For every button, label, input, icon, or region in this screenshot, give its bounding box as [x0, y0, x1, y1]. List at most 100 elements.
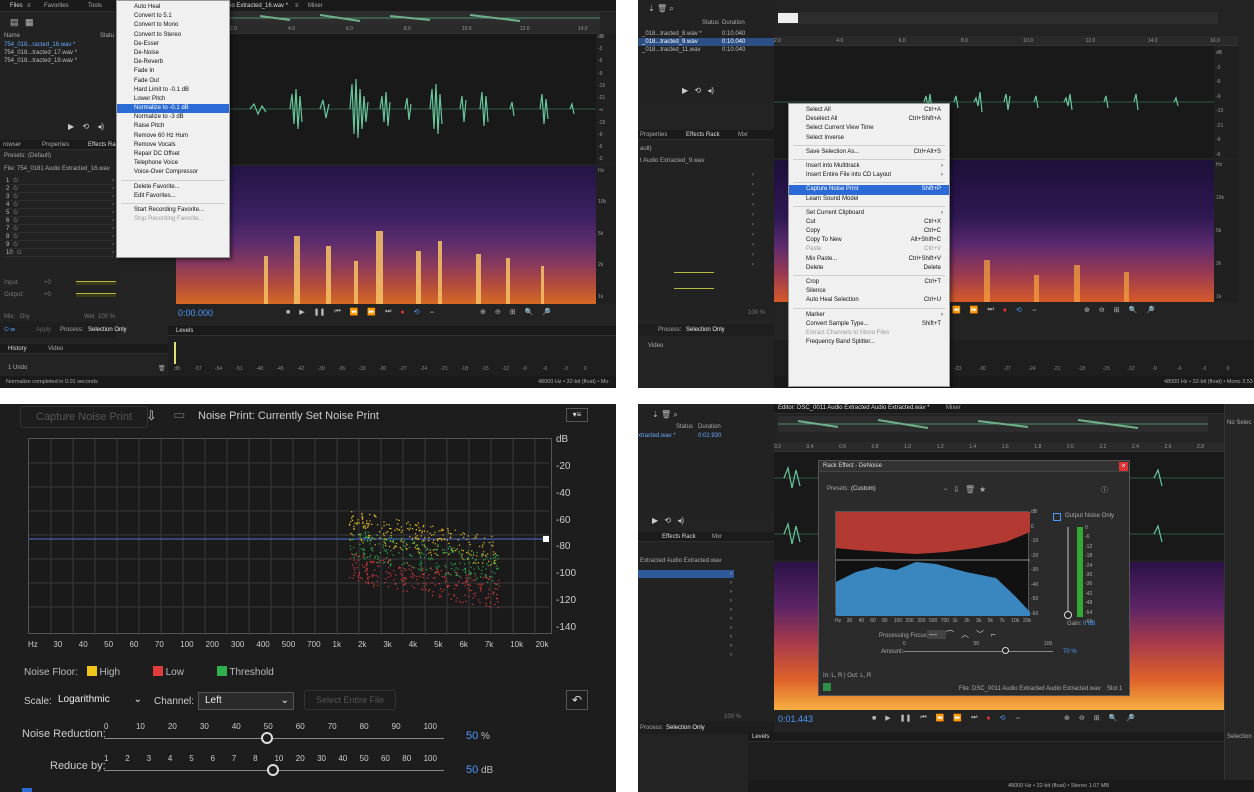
menu-item[interactable]: Start Recording Favorite... — [117, 206, 229, 215]
go-to-start-icon[interactable]: ⏮ — [920, 714, 926, 722]
amount-slider[interactable]: 0 50 100 — [903, 641, 1053, 657]
delete-icon[interactable]: 🗑 — [661, 410, 671, 419]
slider-track[interactable] — [903, 651, 1053, 652]
open-file-icon[interactable]: ▤ — [10, 17, 19, 27]
presets-dropdown[interactable]: (Custom) — [851, 486, 876, 492]
menu-item[interactable]: De-Esser — [117, 40, 229, 49]
tab-files[interactable]: Files — [10, 3, 23, 9]
files-col-name[interactable]: Name — [4, 33, 20, 39]
mix-percent[interactable]: 100 % — [98, 314, 115, 320]
menu-item[interactable]: Telephone Voice — [117, 159, 229, 168]
loop-icon[interactable]: ⟲ — [694, 86, 701, 95]
files-col-duration[interactable]: Duration — [698, 424, 721, 430]
gain-slider-thumb[interactable] — [1064, 611, 1072, 619]
zoom-full-icon[interactable]: ⊞ — [510, 308, 516, 316]
checkbox[interactable] — [22, 788, 32, 792]
load-noise-print-icon[interactable]: ▭ — [173, 407, 185, 423]
menu-item[interactable]: Lower Pitch — [117, 95, 229, 104]
go-to-end-icon[interactable]: ⏭ — [987, 306, 993, 314]
tab-browser[interactable]: rowser — [3, 142, 21, 148]
rewind-icon[interactable]: ⏪ — [952, 306, 961, 314]
effect-slot-active[interactable] — [638, 570, 734, 578]
record-icon[interactable]: ● — [986, 715, 990, 722]
mix-percent[interactable]: 100 % — [748, 310, 765, 316]
loop-icon[interactable]: ⟲ — [414, 308, 420, 316]
slider-track[interactable] — [104, 738, 444, 739]
rewind-icon[interactable]: ⏪ — [350, 308, 359, 316]
file-list-item[interactable]: _018...tracted_11.wav 0:10.040 — [638, 46, 774, 54]
menu-item[interactable]: Frequency Band Splitter... — [789, 338, 949, 347]
input-db[interactable]: +0 — [44, 280, 51, 286]
power-icon[interactable]: ⏻ — [13, 193, 18, 200]
tab-mixer[interactable]: Mxr — [738, 132, 748, 138]
menu-item[interactable]: Learn Sound Model — [789, 195, 949, 204]
play-icon[interactable]: ▶ — [68, 122, 74, 131]
tab-favorites[interactable]: Favorites — [44, 3, 69, 9]
time-ruler[interactable]: 2.0 4.0 6.0 8.0 10.0 12.0 14.0 — [230, 24, 600, 34]
tab-levels[interactable]: Levels — [752, 734, 769, 740]
panel-menu-icon[interactable]: ▾≡ — [566, 408, 588, 422]
menu-item[interactable]: Auto Heal Selection Ctrl+U — [789, 296, 949, 305]
menu-item[interactable]: Convert to Mono — [117, 21, 229, 30]
slider-thumb[interactable] — [1001, 647, 1009, 654]
tab-levels[interactable]: Levels — [176, 328, 193, 334]
menu-item[interactable]: Fade In — [117, 67, 229, 76]
menu-item[interactable]: Convert Sample Type... Shift+T — [789, 320, 949, 329]
effect-slot[interactable]: 3 ⏻ › — [6, 193, 114, 201]
power-icon[interactable]: ⏻ — [13, 225, 18, 232]
save-noise-print-icon[interactable]: ⇩ — [146, 408, 157, 424]
files-col-status[interactable]: Statu — [100, 33, 114, 39]
zoom-out-icon[interactable]: 🔎 — [542, 308, 551, 316]
file-list-item[interactable]: 754_018...tracted_19.wav * — [4, 57, 116, 65]
focus-mid-icon[interactable]: ︿ — [961, 630, 976, 639]
current-time[interactable]: 0:00.000 — [178, 308, 213, 318]
tab-video[interactable]: Video — [48, 346, 63, 352]
reduce-by-value[interactable]: 50 — [466, 764, 478, 776]
power-icon[interactable]: ⏻ — [17, 249, 22, 256]
gain-slider[interactable] — [1067, 527, 1069, 617]
menu-icon[interactable]: ≡ — [27, 3, 31, 9]
menu-item[interactable]: Auto Heal — [117, 3, 229, 12]
zoom-in-amp-icon[interactable]: ⊕ — [1084, 306, 1090, 314]
menu-item[interactable]: Repair DC Offset — [117, 150, 229, 159]
effect-slot[interactable]: 5 ⏻ › — [6, 209, 114, 217]
effect-slot[interactable]: 7 ⏻ › — [6, 225, 114, 233]
focus-high-icon[interactable]: ﹀ — [976, 630, 991, 639]
zoom-out-icon[interactable]: 🔎 — [1126, 714, 1135, 722]
files-col-duration[interactable]: Duration — [722, 20, 745, 26]
play-icon[interactable]: ▶ — [885, 714, 890, 722]
tab-editor[interactable]: io Extracted_16.wav * — [230, 3, 288, 9]
tab-history[interactable]: History — [8, 346, 27, 352]
menu-item[interactable]: Select All Ctrl+A — [789, 106, 949, 115]
output-noise-checkbox[interactable] — [1053, 513, 1061, 521]
file-list-item[interactable]: xtracted.wav * — [638, 433, 676, 439]
volume-icon[interactable]: ◂) — [677, 516, 684, 525]
save-preset-icon[interactable]: ⇩ — [953, 485, 960, 494]
chevron-down-icon[interactable]: ⌄ — [943, 485, 948, 492]
time-ruler[interactable]: 0.2 0.4 0.6 0.8 1.0 1.2 1.4 1.6 1.8 2.0 2.2 2.4 2.6 2… — [774, 442, 1224, 452]
menu-item[interactable]: Voice-Over Compressor — [117, 168, 229, 177]
help-icon[interactable]: ⓘ — [1101, 485, 1108, 495]
power-icon[interactable]: ⏻ — [13, 201, 18, 208]
delete-preset-icon[interactable]: 🗑 — [965, 485, 975, 494]
record-icon[interactable]: ● — [1003, 307, 1007, 314]
overview-bar[interactable] — [778, 416, 1208, 432]
channel-select[interactable]: Left ⌄ — [198, 692, 294, 710]
overview-bar[interactable] — [230, 12, 600, 24]
effect-slot[interactable]: 8 ⏻ › — [6, 233, 114, 241]
menu-item[interactable]: Delete Delete — [789, 264, 949, 273]
effect-slot[interactable]: 6 ⏻ › — [6, 217, 114, 225]
file-list-item[interactable]: 754_018...racted_16.wav * — [4, 41, 116, 49]
tab-editor[interactable]: Editor: DSC_0011 Audio Extracted Audio E… — [778, 405, 930, 411]
skip-icon[interactable]: ⇔ — [1031, 307, 1038, 314]
noise-print-graph[interactable] — [28, 438, 552, 635]
denoise-graph[interactable] — [835, 511, 1030, 616]
pause-icon[interactable]: ❚❚ — [314, 308, 326, 316]
import-icon[interactable]: ⇣ — [652, 410, 659, 419]
reduce-by-slider[interactable]: 1 2 3 4 5 6 7 8 10 20 30 40 50 60 80 100 — [104, 754, 444, 780]
output-db[interactable]: +0 — [44, 292, 51, 298]
power-icon[interactable]: ⏻ — [13, 233, 18, 240]
zoom-full-icon[interactable]: ⊞ — [1114, 306, 1120, 314]
files-col-status[interactable]: Status — [676, 424, 693, 430]
menu-item[interactable]: Deselect All Ctrl+Shift+A — [789, 115, 949, 124]
